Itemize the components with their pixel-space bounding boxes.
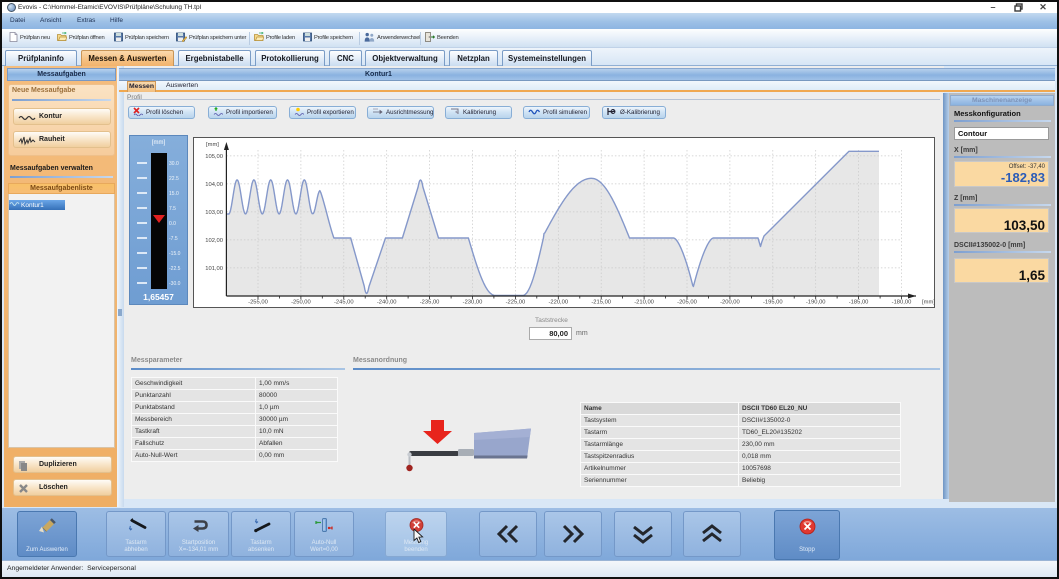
svg-text:-180,00: -180,00 xyxy=(892,300,912,306)
svg-text:-250,00: -250,00 xyxy=(291,300,311,306)
svg-text:-200,00: -200,00 xyxy=(720,300,740,306)
svg-text:-195,00: -195,00 xyxy=(763,300,783,306)
svg-text:-225,00: -225,00 xyxy=(506,300,526,306)
svg-text:101,00: 101,00 xyxy=(205,266,223,272)
svg-text:-245,00: -245,00 xyxy=(334,300,354,306)
svg-text:-190,00: -190,00 xyxy=(806,300,826,306)
svg-text:104,00: 104,00 xyxy=(205,182,223,188)
svg-text:102,00: 102,00 xyxy=(205,238,223,244)
svg-text:[mm]: [mm] xyxy=(206,142,219,148)
svg-text:[mm]: [mm] xyxy=(922,300,934,306)
svg-text:103,00: 103,00 xyxy=(205,210,223,216)
svg-text:-185,00: -185,00 xyxy=(849,300,869,306)
svg-text:-210,00: -210,00 xyxy=(634,300,654,306)
svg-text:-230,00: -230,00 xyxy=(463,300,483,306)
svg-text:-220,00: -220,00 xyxy=(548,300,568,306)
svg-text:105,00: 105,00 xyxy=(205,154,223,160)
svg-text:-215,00: -215,00 xyxy=(591,300,611,306)
svg-text:-255,00: -255,00 xyxy=(248,300,268,306)
svg-text:-235,00: -235,00 xyxy=(420,300,440,306)
svg-text:-205,00: -205,00 xyxy=(677,300,697,306)
svg-text:-240,00: -240,00 xyxy=(377,300,397,306)
